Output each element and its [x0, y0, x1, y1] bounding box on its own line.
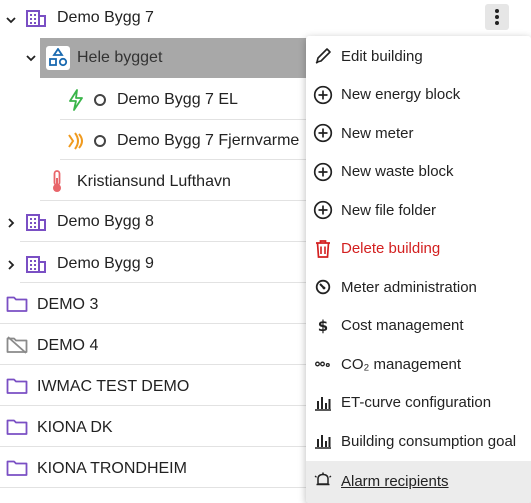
co2-icon	[313, 354, 333, 374]
tree-item-label: Demo Bygg 9	[57, 255, 154, 272]
plus-circle-icon	[313, 162, 333, 182]
tree-item-demo-bygg-8[interactable]: Demo Bygg 8	[0, 202, 310, 242]
district-heating-icon	[66, 131, 86, 156]
menu-item-building-consumption-goal[interactable]: Building consumption goal	[306, 422, 531, 461]
menu-item-label: New energy block	[341, 86, 461, 104]
menu-item-et-curve-configuration[interactable]: ET-curve configuration	[306, 384, 531, 423]
chevron-down-icon[interactable]	[24, 51, 38, 65]
building-icon	[26, 254, 46, 279]
menu-item-cost-management[interactable]: $ Cost management	[306, 307, 531, 346]
tree-item-hele-bygget[interactable]: Hele bygget	[0, 38, 310, 78]
menu-item-label: New meter	[341, 124, 414, 142]
menu-item-label: Cost management	[341, 317, 464, 335]
menu-item-label: Alarm recipients	[341, 473, 449, 490]
menu-item-co2-management[interactable]: CO₂ management	[306, 345, 531, 384]
tree-item-label: Demo Bygg 7	[57, 9, 154, 26]
bar-chart-icon	[313, 431, 333, 451]
tree-item-label: Kristiansund Lufthavn	[77, 173, 231, 190]
tree-item-label: KIONA TRONDHEIM	[37, 460, 187, 477]
tree-item-label: KIONA DK	[37, 419, 113, 436]
menu-item-new-meter[interactable]: New meter	[306, 114, 531, 153]
lightning-icon	[67, 89, 85, 116]
menu-item-new-waste-block[interactable]: New waste block	[306, 153, 531, 192]
dollar-icon: $	[317, 316, 329, 335]
tree-item-label: Demo Bygg 7 Fjernvarme	[117, 132, 300, 149]
status-circle-icon	[94, 135, 106, 147]
tree-item-label: Demo Bygg 8	[57, 213, 154, 230]
tree-item-demo-bygg-7[interactable]: Demo Bygg 7	[0, 0, 531, 40]
menu-item-label: ET-curve configuration	[341, 394, 492, 412]
folder-icon	[6, 497, 28, 503]
bell-icon	[313, 470, 333, 490]
shapes-icon	[46, 46, 70, 70]
folder-icon	[6, 418, 28, 441]
chevron-down-icon[interactable]	[4, 13, 18, 27]
trash-icon	[313, 239, 333, 259]
tree-item-label: Hele bygget	[77, 49, 163, 66]
building-icon	[26, 8, 46, 33]
menu-item-alarm-recipients[interactable]: Alarm recipients	[306, 460, 531, 503]
menu-item-edit-building[interactable]: Edit building	[306, 37, 531, 76]
folder-icon	[6, 377, 28, 400]
menu-item-label: Meter administration	[341, 278, 477, 296]
menu-item-label: Delete building	[341, 240, 441, 258]
tree-item-kristiansund-lufthavn[interactable]: Kristiansund Lufthavn	[0, 161, 310, 201]
folder-icon	[6, 459, 28, 482]
tree-item-kiona-dk[interactable]: KIONA DK	[0, 407, 310, 447]
chevron-right-icon[interactable]	[4, 258, 18, 272]
menu-item-new-file-folder[interactable]: New file folder	[306, 191, 531, 230]
menu-item-label: New file folder	[341, 201, 437, 219]
building-context-menu: Edit building New energy block New meter…	[306, 36, 531, 503]
folder-icon	[6, 295, 28, 318]
kebab-icon	[495, 9, 499, 25]
menu-item-delete-building[interactable]: Delete building	[306, 230, 531, 269]
tree-item-demo-bygg-7-el[interactable]: Demo Bygg 7 EL	[0, 80, 310, 120]
menu-item-label: CO₂ management	[341, 355, 462, 373]
plus-circle-icon	[313, 85, 333, 105]
folder-off-icon	[6, 336, 28, 359]
tree-item-label: DEMO 3	[37, 296, 99, 313]
plus-circle-icon	[313, 123, 333, 143]
plus-circle-icon	[313, 200, 333, 220]
tree-item-demo-bygg-9[interactable]: Demo Bygg 9	[0, 243, 310, 283]
chevron-right-icon[interactable]	[4, 216, 18, 230]
menu-item-label: New waste block	[341, 163, 454, 181]
menu-item-new-energy-block[interactable]: New energy block	[306, 76, 531, 115]
tree-item-kiona-trondheim[interactable]: KIONA TRONDHEIM	[0, 448, 310, 488]
tree-item-label: IWMAC TEST DEMO	[37, 378, 190, 395]
more-options-button[interactable]	[485, 4, 509, 30]
thermometer-icon	[50, 170, 64, 199]
tree-item-demo-bygg-7-fjernvarme[interactable]: Demo Bygg 7 Fjernvarme	[0, 120, 310, 160]
building-icon	[26, 212, 46, 237]
tree-item-label: DEMO 4	[37, 337, 99, 354]
menu-item-meter-administration[interactable]: Meter administration	[306, 268, 531, 307]
status-circle-icon	[94, 94, 106, 106]
tree-item-demo-4[interactable]: DEMO 4	[0, 325, 310, 365]
meter-icon	[313, 277, 333, 297]
menu-item-label: Edit building	[341, 47, 423, 65]
tree-item-iwmac-test-demo[interactable]: IWMAC TEST DEMO	[0, 366, 310, 406]
tree-item-demo-3[interactable]: DEMO 3	[0, 284, 310, 324]
pencil-icon	[313, 46, 333, 66]
menu-item-label: Building consumption goal	[341, 432, 517, 450]
bar-chart-icon	[313, 393, 333, 413]
tree-item-label: Demo Bygg 7 EL	[117, 91, 238, 108]
